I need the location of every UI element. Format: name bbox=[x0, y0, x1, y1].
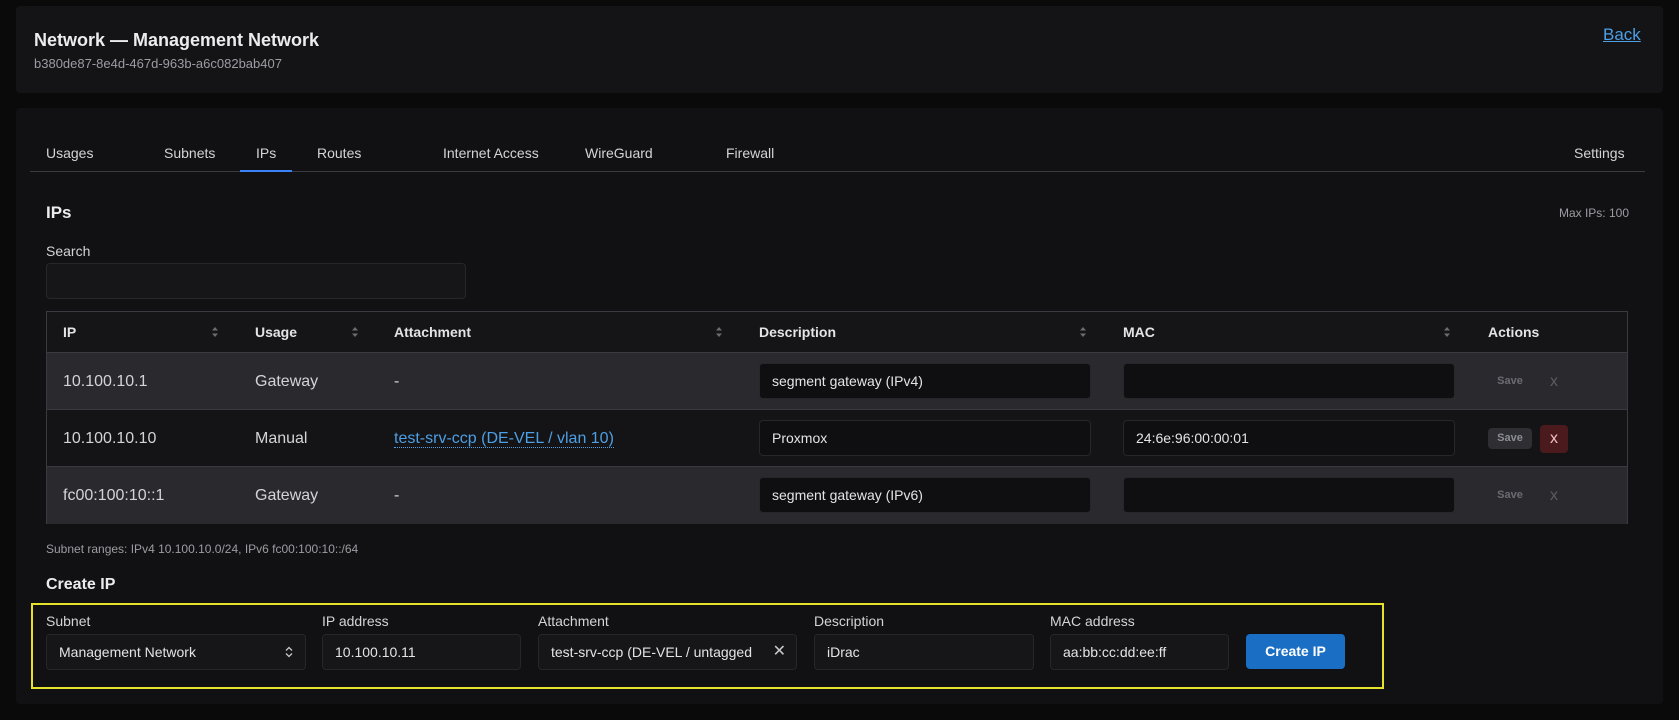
delete-button[interactable]: x bbox=[1540, 368, 1568, 396]
subnet-select-value: Management Network bbox=[59, 644, 196, 660]
search-label: Search bbox=[46, 243, 91, 259]
mac-input[interactable] bbox=[1123, 477, 1455, 513]
tab-ips[interactable]: IPs bbox=[240, 138, 293, 172]
attachment-label: Attachment bbox=[538, 613, 609, 629]
chevron-up-down-icon bbox=[285, 646, 293, 658]
column-header-attachment[interactable]: Attachment bbox=[394, 312, 471, 353]
usage-cell: Gateway bbox=[255, 487, 319, 504]
tab-bar: Usages Subnets IPs Routes Internet Acces… bbox=[30, 138, 1645, 172]
table-header: IP Usage Attachment Description MAC Acti… bbox=[47, 312, 1627, 353]
sort-icon[interactable] bbox=[1443, 326, 1451, 338]
save-button[interactable]: Save bbox=[1488, 371, 1532, 392]
sort-icon[interactable] bbox=[1079, 326, 1087, 338]
subnet-label: Subnet bbox=[46, 613, 91, 629]
tab-settings[interactable]: Settings bbox=[1558, 138, 1641, 172]
description-input[interactable] bbox=[759, 477, 1091, 513]
page-title: Network — Management Network bbox=[34, 30, 320, 50]
delete-button[interactable]: x bbox=[1540, 482, 1568, 510]
subnet-ranges-note: Subnet ranges: IPv4 10.100.10.0/24, IPv6… bbox=[46, 542, 359, 556]
create-ip-title: Create IP bbox=[46, 576, 116, 593]
save-button[interactable]: Save bbox=[1488, 428, 1532, 449]
back-link[interactable]: Back bbox=[1603, 25, 1641, 45]
description-input[interactable] bbox=[759, 420, 1091, 456]
section-title: IPs bbox=[46, 203, 72, 222]
subnet-select[interactable]: Management Network bbox=[46, 634, 306, 670]
attachment-value: test-srv-ccp (DE-VEL / untagged bbox=[551, 644, 753, 660]
description-label: Description bbox=[814, 613, 885, 629]
network-id: b380de87-8e4d-467d-963b-a6c082bab407 bbox=[34, 56, 282, 71]
column-header-usage[interactable]: Usage bbox=[255, 312, 297, 353]
mac-input[interactable] bbox=[1123, 420, 1455, 456]
tab-routes[interactable]: Routes bbox=[301, 138, 377, 172]
mac-address-label: MAC address bbox=[1050, 613, 1135, 629]
sort-icon[interactable] bbox=[715, 326, 723, 338]
column-header-actions: Actions bbox=[1488, 324, 1540, 340]
sort-icon[interactable] bbox=[351, 326, 359, 338]
table-row: fc00:100:10::1 Gateway - Save x bbox=[47, 467, 1627, 524]
ip-cell: fc00:100:10::1 bbox=[63, 487, 165, 504]
create-ip-button[interactable]: Create IP bbox=[1246, 634, 1345, 669]
table-row: 10.100.10.1 Gateway - Save x bbox=[47, 353, 1627, 410]
max-ips-label: Max IPs: 100 bbox=[1558, 206, 1629, 220]
sort-icon[interactable] bbox=[211, 326, 219, 338]
search-input[interactable] bbox=[46, 263, 466, 299]
table-row: 10.100.10.10 Manual test-srv-ccp (DE-VEL… bbox=[47, 410, 1627, 467]
tab-usages[interactable]: Usages bbox=[30, 138, 109, 172]
tab-subnets[interactable]: Subnets bbox=[148, 138, 231, 172]
column-header-ip[interactable]: IP bbox=[63, 312, 76, 353]
mac-input[interactable] bbox=[1123, 363, 1455, 399]
attachment-cell: test-srv-ccp (DE-VEL / vlan 10) bbox=[394, 410, 614, 467]
attachment-combobox[interactable]: test-srv-ccp (DE-VEL / untagged ✕ bbox=[538, 634, 797, 670]
usage-cell: Gateway bbox=[255, 373, 319, 390]
attachment-cell: - bbox=[394, 373, 400, 390]
mac-address-field[interactable]: aa:bb:cc:dd:ee:ff bbox=[1050, 634, 1229, 670]
tab-firewall[interactable]: Firewall bbox=[710, 138, 790, 172]
ips-table: IP Usage Attachment Description MAC Acti… bbox=[46, 311, 1628, 524]
tab-internet-access[interactable]: Internet Access bbox=[427, 138, 555, 172]
ip-cell: 10.100.10.1 bbox=[63, 373, 148, 390]
ip-cell: 10.100.10.10 bbox=[63, 430, 157, 447]
usage-cell: Manual bbox=[255, 430, 308, 447]
column-header-mac[interactable]: MAC bbox=[1123, 312, 1155, 353]
delete-button[interactable]: x bbox=[1540, 425, 1568, 453]
save-button[interactable]: Save bbox=[1488, 485, 1532, 506]
description-field[interactable]: iDrac bbox=[814, 634, 1034, 670]
mac-address-value: aa:bb:cc:dd:ee:ff bbox=[1063, 644, 1167, 660]
clear-icon[interactable]: ✕ bbox=[773, 635, 786, 669]
description-input[interactable] bbox=[759, 363, 1091, 399]
column-header-description[interactable]: Description bbox=[759, 312, 836, 353]
description-value: iDrac bbox=[827, 644, 860, 660]
ip-address-input[interactable]: 10.100.10.11 bbox=[322, 634, 521, 670]
ip-address-value: 10.100.10.11 bbox=[335, 644, 416, 660]
tab-wireguard[interactable]: WireGuard bbox=[569, 138, 669, 172]
attachment-link[interactable]: test-srv-ccp (DE-VEL / vlan 10) bbox=[394, 430, 614, 448]
attachment-cell: - bbox=[394, 487, 400, 504]
ip-address-label: IP address bbox=[322, 613, 389, 629]
